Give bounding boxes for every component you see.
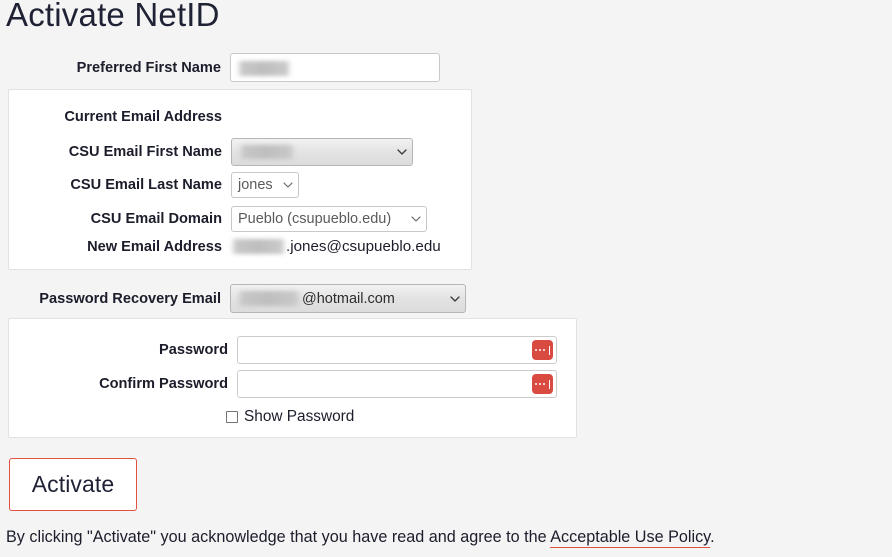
terms-notice: By clicking "Activate" you acknowledge t… — [6, 528, 715, 548]
page-title: Activate NetID — [6, 0, 220, 33]
new-email-address-row: New Email Address .jones@csupueblo.edu — [9, 238, 441, 255]
password-input-wrap — [237, 336, 557, 364]
activate-button[interactable]: Activate — [9, 458, 137, 511]
csu-email-last-name-select[interactable]: jones — [231, 172, 299, 198]
show-password-label[interactable]: Show Password — [244, 408, 354, 426]
password-fill-glyph — [534, 345, 551, 355]
chevron-down-icon — [397, 147, 407, 156]
csu-email-first-name-row: CSU Email First Name — [9, 138, 413, 166]
password-fill-icon[interactable] — [532, 340, 553, 360]
csu-email-last-name-label: CSU Email Last Name — [70, 177, 222, 193]
confirm-password-label: Confirm Password — [99, 376, 228, 392]
preferred-first-name-row: Preferred First Name — [0, 53, 440, 82]
acceptable-use-policy-link[interactable]: Acceptable Use Policy — [550, 528, 711, 548]
confirm-password-row: Confirm Password — [9, 370, 557, 398]
csu-email-last-name-value: jones — [238, 177, 273, 193]
redacted-first-name-value — [237, 61, 291, 76]
new-email-address-label: New Email Address — [87, 238, 222, 255]
confirm-password-input[interactable] — [237, 370, 557, 398]
terms-notice-text-before: By clicking "Activate" you acknowledge t… — [6, 528, 551, 546]
password-recovery-email-value: @hotmail.com — [302, 290, 395, 307]
csu-email-domain-value: Pueblo (csupueblo.edu) — [238, 211, 392, 227]
csu-email-first-name-label: CSU Email First Name — [68, 144, 222, 160]
chevron-down-icon — [283, 180, 293, 189]
password-recovery-email-row: Password Recovery Email @hotmail.com — [0, 284, 466, 313]
password-input[interactable] — [237, 336, 557, 364]
password-recovery-email-label: Password Recovery Email — [39, 290, 221, 307]
redacted-csu-first-name-value — [239, 145, 295, 159]
terms-notice-text-after: . — [710, 528, 715, 546]
new-email-address-value: .jones@csupueblo.edu — [286, 238, 441, 255]
password-row: Password — [9, 336, 557, 364]
activate-netid-page: Activate NetID Preferred First Name Curr… — [0, 0, 892, 557]
csu-email-last-name-row: CSU Email Last Name jones — [9, 172, 299, 198]
new-email-address-value-group: .jones@csupueblo.edu — [231, 238, 441, 255]
redacted-recovery-email-user — [237, 291, 301, 306]
password-recovery-email-select[interactable]: @hotmail.com — [230, 284, 466, 313]
password-fill-icon[interactable] — [532, 374, 553, 394]
show-password-checkbox[interactable] — [226, 411, 238, 423]
csu-email-domain-select[interactable]: Pueblo (csupueblo.edu) — [231, 206, 427, 232]
current-email-fieldset: Current Email Address CSU Email First Na… — [8, 89, 472, 270]
chevron-down-icon — [411, 214, 421, 223]
show-password-row: Show Password — [226, 408, 354, 426]
current-email-heading-row: Current Email Address — [9, 109, 231, 125]
csu-email-domain-label: CSU Email Domain — [90, 211, 222, 227]
password-label: Password — [159, 342, 228, 358]
csu-email-domain-row: CSU Email Domain Pueblo (csupueblo.edu) — [9, 206, 427, 232]
chevron-down-icon — [450, 294, 460, 303]
csu-email-first-name-select[interactable] — [231, 138, 413, 166]
redacted-new-email-username — [231, 239, 286, 254]
confirm-password-input-wrap — [237, 370, 557, 398]
preferred-first-name-label: Preferred First Name — [76, 59, 221, 76]
current-email-heading: Current Email Address — [64, 109, 222, 125]
password-fill-glyph — [534, 379, 551, 389]
